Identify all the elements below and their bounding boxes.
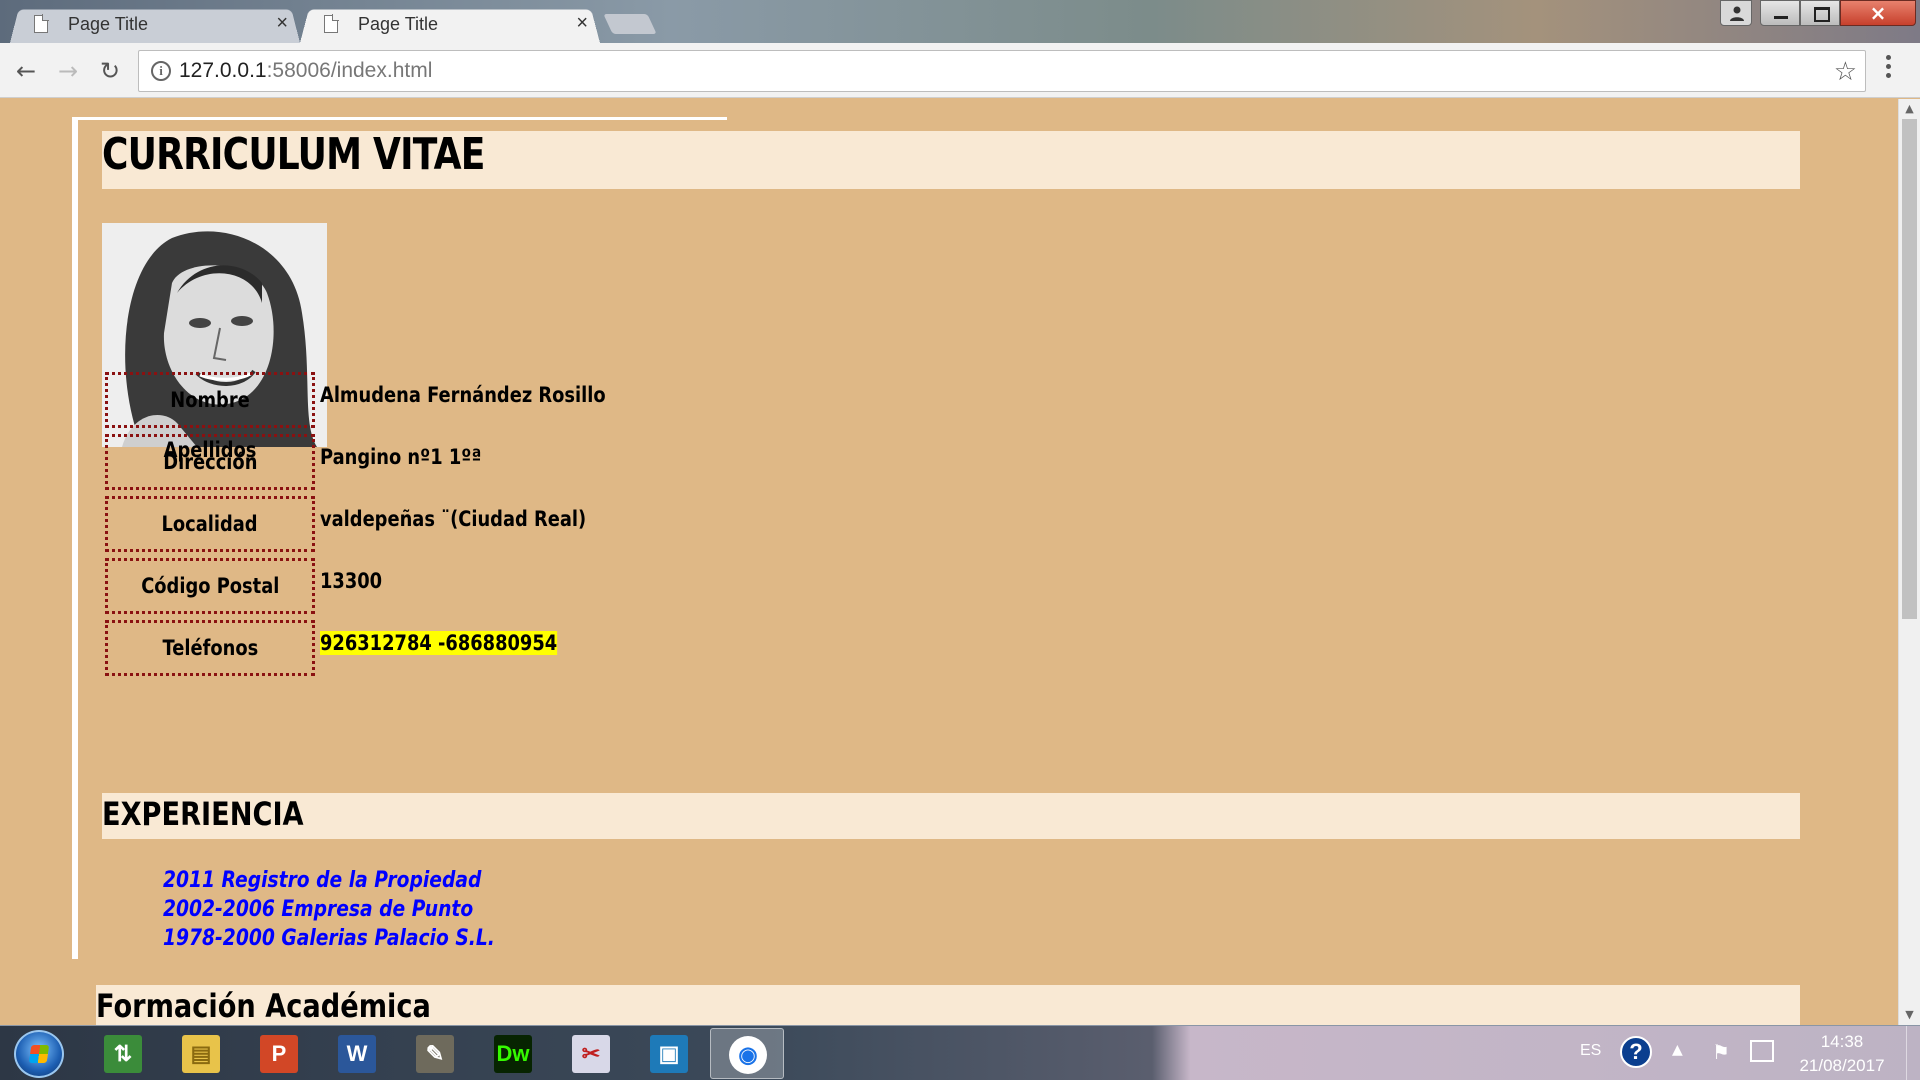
- language-indicator[interactable]: ES: [1580, 1042, 1601, 1060]
- close-window-button[interactable]: ×: [1840, 0, 1916, 26]
- tab-label: Page Title: [68, 14, 149, 34]
- scrollbar-thumb[interactable]: [1902, 119, 1917, 619]
- value-nombre-apellidos: Almudena Fernández Rosillo: [320, 383, 606, 407]
- clock-date[interactable]: 21/08/2017: [1794, 1056, 1890, 1076]
- taskbar-gimp-button[interactable]: ✎: [398, 1028, 472, 1079]
- minimize-button[interactable]: [1760, 0, 1800, 26]
- url-host: 127.0.0.1: [179, 59, 267, 82]
- page-scrollbar[interactable]: ▲ ▼: [1898, 99, 1920, 1025]
- taskbar-file-explorer-button[interactable]: ▤: [164, 1028, 238, 1079]
- experience-item: 2011 Registro de la Propiedad: [163, 868, 482, 893]
- value-codigo-postal: 13300: [320, 569, 383, 593]
- gimp-icon: ✎: [416, 1035, 454, 1073]
- bookmark-star-icon[interactable]: ☆: [1834, 51, 1857, 91]
- url-text: 127.0.0.1:58006/index.html: [179, 51, 432, 91]
- taskbar-word-button[interactable]: W: [320, 1028, 394, 1079]
- experience-item: 2002-2006 Empresa de Punto: [163, 897, 474, 922]
- help-icon[interactable]: ?: [1620, 1036, 1652, 1068]
- taskbar-dreamweaver-button[interactable]: Dw: [476, 1028, 550, 1079]
- scroll-down-arrow-icon[interactable]: ▼: [1899, 1005, 1920, 1025]
- taskbar-chrome-button[interactable]: ◉: [710, 1028, 784, 1079]
- close-tab-icon[interactable]: ×: [576, 12, 588, 35]
- control-panel-icon: ⇅: [104, 1035, 142, 1073]
- reload-button[interactable]: ↻: [96, 57, 124, 85]
- label-codigo-postal: Código Postal: [105, 558, 315, 614]
- close-tab-icon[interactable]: ×: [276, 12, 288, 35]
- browser-tab-strip: Page Title × Page Title × ×: [0, 0, 1920, 43]
- scroll-up-arrow-icon[interactable]: ▲: [1899, 99, 1920, 119]
- file-explorer-icon: ▤: [182, 1035, 220, 1073]
- address-bar[interactable]: i 127.0.0.1:58006/index.html ☆: [138, 50, 1866, 92]
- page-icon: [324, 14, 339, 33]
- page-icon: [34, 14, 49, 33]
- url-path: :58006/index.html: [266, 59, 433, 82]
- chrome-icon: ◉: [729, 1036, 767, 1074]
- remote-app-icon: ▣: [650, 1035, 688, 1073]
- tab-page-title-1[interactable]: Page Title ×: [10, 7, 300, 43]
- education-heading: Formación Académica: [96, 987, 431, 1025]
- taskbar-control-panel-button[interactable]: ⇅: [86, 1028, 160, 1079]
- label-telefonos: Teléfonos: [105, 620, 315, 676]
- taskbar-remote-app-button[interactable]: ▣: [632, 1028, 706, 1079]
- action-center-flag-icon[interactable]: ⚑: [1712, 1040, 1730, 1064]
- profile-button[interactable]: [1720, 0, 1752, 26]
- frame-border-top: [72, 117, 727, 120]
- browser-menu-icon[interactable]: [1882, 55, 1894, 85]
- label-nombre-apellidos: Nombre Apellidos: [105, 372, 315, 462]
- label-direccion: Dirección: [105, 434, 315, 490]
- start-button[interactable]: [14, 1030, 64, 1078]
- dreamweaver-icon: Dw: [494, 1035, 532, 1073]
- maximize-button[interactable]: [1800, 0, 1840, 26]
- show-hidden-icons-icon[interactable]: ▲: [1672, 1042, 1683, 1058]
- powerpoint-icon: P: [260, 1035, 298, 1073]
- page-title: CURRICULUM VITAE: [102, 129, 485, 180]
- word-icon: W: [338, 1035, 376, 1073]
- snipping-tool-icon: ✂: [572, 1035, 610, 1073]
- value-localidad: valdepeñas ¨(Ciudad Real): [320, 507, 587, 531]
- user-icon: [1730, 6, 1744, 21]
- value-direccion: Pangino nº1 1ºª: [320, 445, 482, 469]
- experience-heading-bar: [102, 793, 1800, 839]
- network-icon[interactable]: [1750, 1040, 1774, 1062]
- info-icon[interactable]: i: [151, 61, 171, 81]
- tab-label: Page Title: [358, 14, 439, 34]
- windows-taskbar: ⇅ ▤ P W ✎ Dw ✂ ▣ ◉ ES ? ▲ ⚑ 14:38 21/08/2017: [0, 1025, 1920, 1080]
- experience-heading: EXPERIENCIA: [102, 795, 304, 833]
- taskbar-snipping-tool-button[interactable]: ✂: [554, 1028, 628, 1079]
- experience-item: 1978-2000 Galerias Palacio S.L.: [163, 926, 495, 951]
- back-button[interactable]: ←: [12, 57, 40, 85]
- value-telefonos: 926312784 -686880954: [320, 631, 558, 655]
- browser-toolbar: ← → ↻ i 127.0.0.1:58006/index.html ☆: [0, 43, 1920, 98]
- new-tab-button[interactable]: [603, 14, 657, 34]
- page-viewport: CURRICULUM VITAE Nombre Apellidos Almude…: [0, 99, 1898, 1025]
- frame-border-left: [72, 117, 78, 959]
- show-desktop-button[interactable]: [1906, 1026, 1920, 1080]
- tab-page-title-2[interactable]: Page Title ×: [300, 7, 600, 43]
- clock-time[interactable]: 14:38: [1800, 1032, 1884, 1052]
- forward-button[interactable]: →: [54, 57, 82, 85]
- label-localidad: Localidad: [105, 496, 315, 552]
- taskbar-powerpoint-button[interactable]: P: [242, 1028, 316, 1079]
